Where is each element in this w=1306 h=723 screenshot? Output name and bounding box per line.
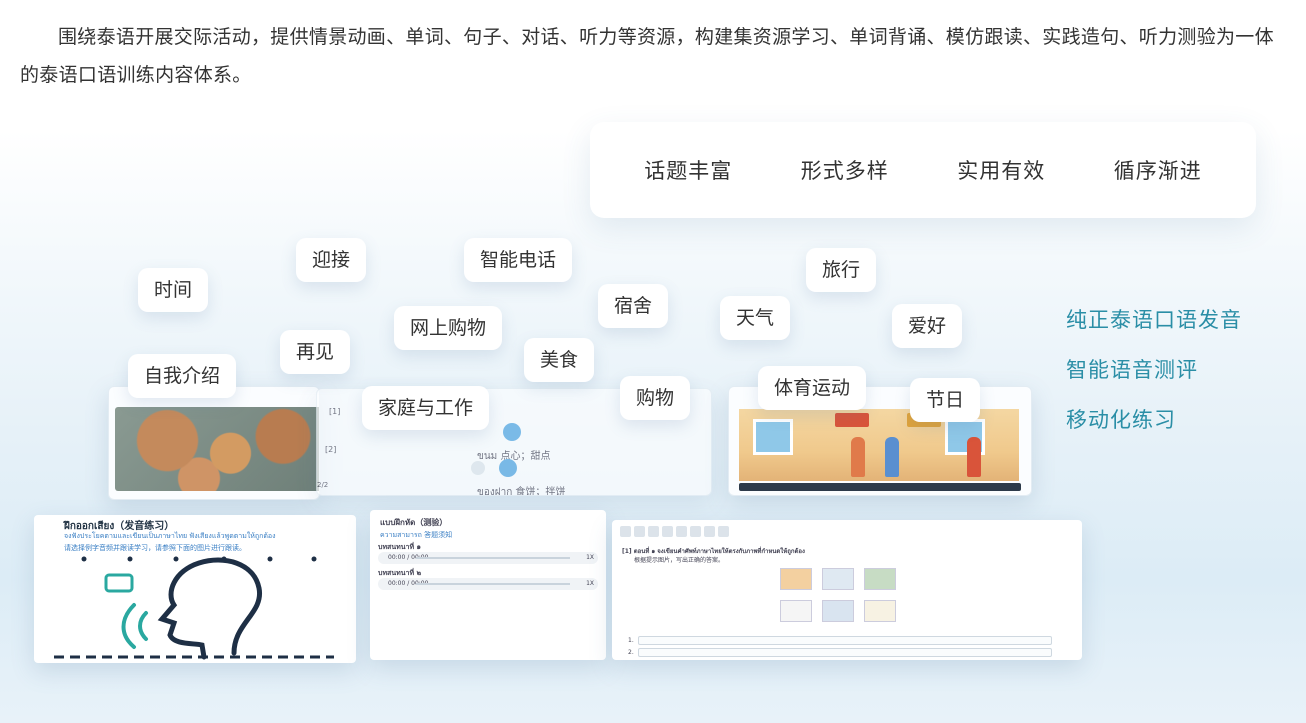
question-nav-4[interactable] xyxy=(662,526,673,537)
answer-input-2[interactable] xyxy=(638,648,1052,657)
side-feature-speech-eval: 智能语音测评 xyxy=(1066,358,1198,382)
topic-food[interactable]: 美食 xyxy=(524,338,595,382)
blank-label-1: 1. xyxy=(628,637,634,644)
topic-family-work[interactable]: 家庭与工作 xyxy=(362,386,490,430)
audio-speed-2[interactable]: 1X xyxy=(586,580,594,587)
question-nav-7[interactable] xyxy=(704,526,715,537)
feature-progressive: 循序渐进 xyxy=(1113,159,1202,183)
food-image xyxy=(115,407,319,491)
vocab-row-3: ของฝาก 食饼；拌饼 xyxy=(477,487,566,496)
speaking-head-icon xyxy=(54,556,334,660)
quiz-picture-1 xyxy=(780,568,812,590)
topic-hobby[interactable]: 爱好 xyxy=(892,304,963,348)
quiz-panel: [1] ตอนที่ ๑ จงเขียนคำศัพท์ภาษาไทยให้ตรง… xyxy=(612,520,1082,660)
food-screen xyxy=(108,386,320,500)
topic-online-shopping[interactable]: 网上购物 xyxy=(394,306,503,350)
topic-festival[interactable]: 节日 xyxy=(910,378,981,422)
question-nav-1[interactable] xyxy=(620,526,631,537)
side-feature-pronunciation: 纯正泰语口语发音 xyxy=(1066,308,1242,332)
speaker-icon[interactable] xyxy=(503,423,521,441)
audio-speed-1[interactable]: 1X xyxy=(586,554,594,561)
listening-title: แบบฝึกหัด（测验） xyxy=(380,518,448,527)
quiz-picture-2 xyxy=(822,568,854,590)
play-icon[interactable] xyxy=(499,459,517,477)
topic-goodbye[interactable]: 再见 xyxy=(280,330,351,374)
topic-time[interactable]: 时间 xyxy=(138,268,209,312)
quiz-picture-4 xyxy=(780,600,812,622)
listening-panel: แบบฝึกหัด（测验） ความสามารถ 答题须知 บทสนทนาที่… xyxy=(370,510,606,660)
topic-shopping[interactable]: 购物 xyxy=(620,376,691,420)
topic-travel[interactable]: 旅行 xyxy=(806,248,877,292)
topic-welcome[interactable]: 迎接 xyxy=(296,238,367,282)
question-nav-2[interactable] xyxy=(634,526,645,537)
page-indicator: 2/2 xyxy=(317,481,329,489)
topic-smart-phone[interactable]: 智能电话 xyxy=(464,238,573,282)
feature-panel: 话题丰富 形式多样 实用有效 循序渐进 xyxy=(590,122,1256,218)
quiz-picture-6 xyxy=(864,600,896,622)
question-nav-5[interactable] xyxy=(676,526,687,537)
blank-label-2: 2. xyxy=(628,649,634,656)
listening-subtitle: ความสามารถ 答题须知 xyxy=(380,531,453,539)
intro-paragraph: 围绕泰语开展交际活动，提供情景动画、单词、句子、对话、听力等资源，构建集资源学习… xyxy=(20,26,1274,86)
quiz-picture-5 xyxy=(822,600,854,622)
quiz-question-cn: 根据提示图片，写出正确的答案。 xyxy=(634,557,725,564)
feature-diverse-forms: 形式多样 xyxy=(800,159,889,183)
audio-player-2[interactable]: 00:00 / 00:00 1X xyxy=(378,578,598,590)
vocab-marker-1: [1] xyxy=(329,407,341,416)
question-nav-8[interactable] xyxy=(718,526,729,537)
audio-player-1[interactable]: 00:00 / 00:00 1X xyxy=(378,552,598,564)
topic-dorm[interactable]: 宿舍 xyxy=(598,284,669,328)
video-progress-bar[interactable] xyxy=(739,483,1021,491)
topic-sports[interactable]: 体育运动 xyxy=(758,366,867,410)
side-feature-mobile: 移动化练习 xyxy=(1066,408,1176,432)
feature-rich-topics: 话题丰富 xyxy=(644,159,733,183)
pronunciation-panel: ฝึกออกเสียง（发音练习） จงฟังประโยคตามและเขียน… xyxy=(34,515,356,663)
pronunciation-instruction-cn: 请选择例字音频并跟读学习，请参照下面的图片进行跟读。 xyxy=(64,544,246,552)
vocab-marker-2: [2] xyxy=(325,445,337,454)
topic-weather[interactable]: 天气 xyxy=(720,296,791,340)
feature-practical: 实用有效 xyxy=(957,159,1046,183)
topic-self-intro[interactable]: 自我介绍 xyxy=(128,354,237,398)
quiz-picture-3 xyxy=(864,568,896,590)
cartoon-scene xyxy=(739,409,1019,481)
pronunciation-instruction: จงฟังประโยคตามและเขียนเป็นภาษาไทย ฟังเสี… xyxy=(64,532,276,540)
record-icon[interactable] xyxy=(471,461,485,475)
question-nav-6[interactable] xyxy=(690,526,701,537)
answer-input-1[interactable] xyxy=(638,636,1052,645)
question-nav-3[interactable] xyxy=(648,526,659,537)
